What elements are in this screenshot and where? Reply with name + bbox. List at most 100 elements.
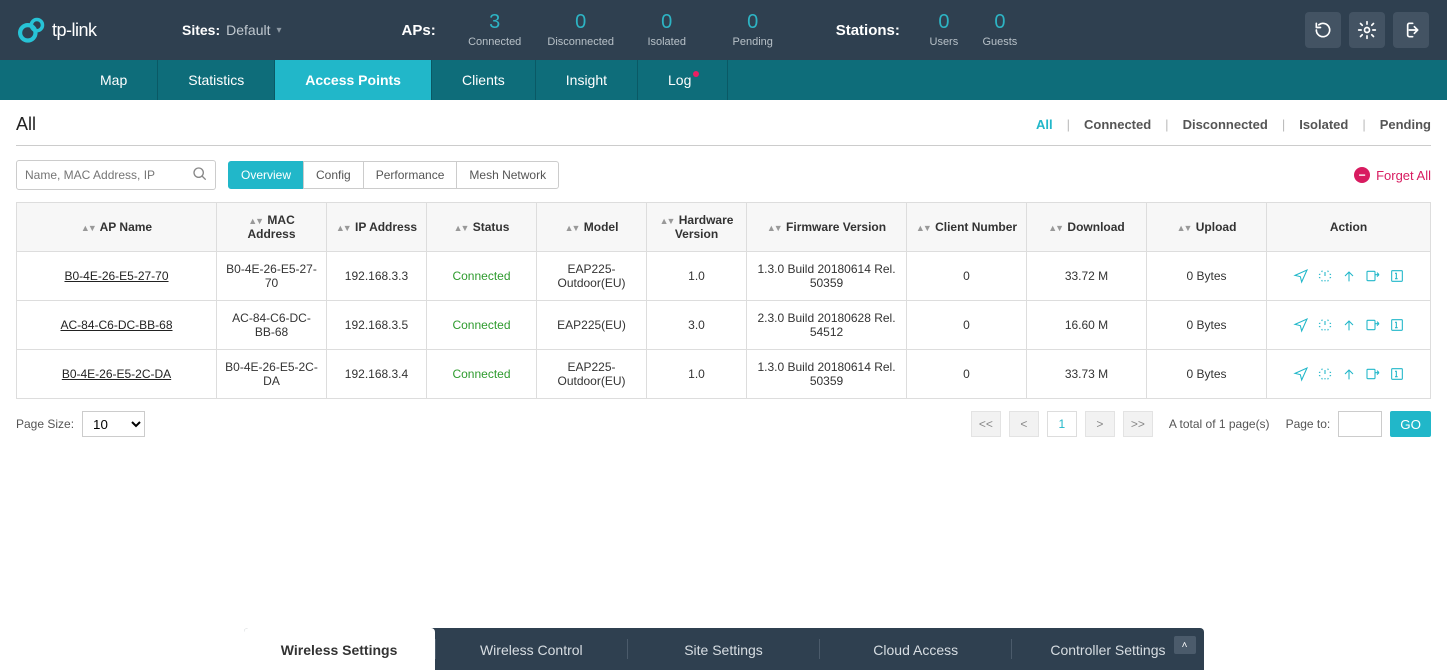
tplink-logo-icon bbox=[18, 16, 46, 44]
forget-all-label: Forget All bbox=[1376, 168, 1431, 183]
reboot-button[interactable] bbox=[1317, 268, 1333, 284]
bottom-tab-site-settings[interactable]: Site Settings bbox=[628, 630, 819, 670]
page-last-button[interactable]: >> bbox=[1123, 411, 1153, 437]
viewtab-mesh-network[interactable]: Mesh Network bbox=[456, 161, 559, 189]
nav-item-access-points[interactable]: Access Points bbox=[275, 60, 431, 100]
reboot-icon bbox=[1317, 366, 1333, 382]
cell: B0-4E-26-E5-27-70 bbox=[217, 252, 327, 301]
bottom-tab-cloud-access[interactable]: Cloud Access bbox=[820, 630, 1011, 670]
nav-item-log[interactable]: Log bbox=[638, 60, 727, 100]
ap-stat[interactable]: 0Isolated bbox=[624, 12, 710, 48]
page-next-button[interactable]: > bbox=[1085, 411, 1115, 437]
filter-pending[interactable]: Pending bbox=[1380, 117, 1431, 132]
upgrade-button[interactable] bbox=[1341, 366, 1357, 382]
cell: 192.168.3.4 bbox=[327, 350, 427, 399]
nav-item-insight[interactable]: Insight bbox=[536, 60, 637, 100]
col-client-number[interactable]: ▲▼ Client Number bbox=[907, 203, 1027, 252]
cell: 0 Bytes bbox=[1147, 301, 1267, 350]
settings-button[interactable] bbox=[1349, 12, 1385, 48]
status-text: Connected bbox=[452, 318, 510, 332]
locate-icon bbox=[1293, 268, 1309, 284]
page-first-button[interactable]: << bbox=[971, 411, 1001, 437]
filter-isolated[interactable]: Isolated bbox=[1299, 117, 1348, 132]
cell: EAP225(EU) bbox=[537, 301, 647, 350]
upgrade-button[interactable] bbox=[1341, 268, 1357, 284]
table-row: B0-4E-26-E5-2C-DAB0-4E-26-E5-2C-DA192.16… bbox=[17, 350, 1431, 399]
brand-logo: tp-link bbox=[18, 16, 168, 44]
sort-icon: ▲▼ bbox=[454, 223, 468, 233]
bottom-tab-controller-settings[interactable]: Controller Settings bbox=[1012, 630, 1203, 670]
col-ap-name[interactable]: ▲▼ AP Name bbox=[17, 203, 217, 252]
col-hardware-version[interactable]: ▲▼ Hardware Version bbox=[647, 203, 747, 252]
col-status[interactable]: ▲▼ Status bbox=[427, 203, 537, 252]
minus-circle-icon: − bbox=[1354, 167, 1370, 183]
cell: 3.0 bbox=[647, 301, 747, 350]
ap-stat[interactable]: 0Disconnected bbox=[538, 12, 624, 48]
move-icon bbox=[1365, 366, 1381, 382]
site-selector[interactable]: Sites: Default ▾ bbox=[182, 22, 282, 38]
status-text: Connected bbox=[452, 269, 510, 283]
page-size-select[interactable]: 10 bbox=[82, 411, 145, 437]
refresh-button[interactable] bbox=[1305, 12, 1341, 48]
col-model[interactable]: ▲▼ Model bbox=[537, 203, 647, 252]
locate-button[interactable] bbox=[1293, 268, 1309, 284]
locate-button[interactable] bbox=[1293, 366, 1309, 382]
logout-icon bbox=[1401, 20, 1421, 40]
ap-name-link[interactable]: B0-4E-26-E5-2C-DA bbox=[62, 367, 171, 381]
viewtab-performance[interactable]: Performance bbox=[363, 161, 458, 189]
ap-stat[interactable]: 3Connected bbox=[452, 12, 538, 48]
col-firmware-version[interactable]: ▲▼ Firmware Version bbox=[747, 203, 907, 252]
cell: Connected bbox=[427, 350, 537, 399]
config-icon bbox=[1389, 317, 1405, 333]
reboot-button[interactable] bbox=[1317, 317, 1333, 333]
nav-item-statistics[interactable]: Statistics bbox=[158, 60, 274, 100]
reboot-button[interactable] bbox=[1317, 366, 1333, 382]
ap-name-link[interactable]: AC-84-C6-DC-BB-68 bbox=[60, 318, 172, 332]
config-button[interactable] bbox=[1389, 268, 1405, 284]
station-stat[interactable]: 0Guests bbox=[972, 12, 1028, 48]
filter-all[interactable]: All bbox=[1036, 117, 1053, 132]
actions-cell bbox=[1267, 252, 1431, 301]
nav-item-clients[interactable]: Clients bbox=[432, 60, 535, 100]
config-button[interactable] bbox=[1389, 317, 1405, 333]
col-ip-address[interactable]: ▲▼ IP Address bbox=[327, 203, 427, 252]
forget-all-button[interactable]: − Forget All bbox=[1354, 167, 1431, 183]
logout-button[interactable] bbox=[1393, 12, 1429, 48]
bottom-tab-wireless-control[interactable]: Wireless Control bbox=[436, 630, 627, 670]
page-go-button[interactable]: GO bbox=[1390, 411, 1431, 437]
config-icon bbox=[1389, 268, 1405, 284]
search-icon[interactable] bbox=[192, 166, 208, 185]
config-button[interactable] bbox=[1389, 366, 1405, 382]
bottom-tab-wireless-settings[interactable]: Wireless Settings bbox=[244, 628, 435, 670]
cell: 0 Bytes bbox=[1147, 350, 1267, 399]
cell: B0-4E-26-E5-2C-DA bbox=[217, 350, 327, 399]
upgrade-button[interactable] bbox=[1341, 317, 1357, 333]
station-stat[interactable]: 0Users bbox=[916, 12, 972, 48]
cell: EAP225-Outdoor(EU) bbox=[537, 252, 647, 301]
cell: 33.72 M bbox=[1027, 252, 1147, 301]
move-button[interactable] bbox=[1365, 366, 1381, 382]
ap-stat[interactable]: 0Pending bbox=[710, 12, 796, 48]
col-download[interactable]: ▲▼ Download bbox=[1027, 203, 1147, 252]
ap-table: ▲▼ AP Name▲▼ MAC Address▲▼ IP Address▲▼ … bbox=[16, 202, 1431, 399]
col-mac-address[interactable]: ▲▼ MAC Address bbox=[217, 203, 327, 252]
move-button[interactable] bbox=[1365, 317, 1381, 333]
col-upload[interactable]: ▲▼ Upload bbox=[1147, 203, 1267, 252]
actions-cell bbox=[1267, 301, 1431, 350]
stat-value: 3 bbox=[489, 12, 500, 32]
locate-button[interactable] bbox=[1293, 317, 1309, 333]
stat-label: Disconnected bbox=[547, 36, 614, 48]
actions-cell bbox=[1267, 350, 1431, 399]
ap-name-link[interactable]: B0-4E-26-E5-27-70 bbox=[64, 269, 168, 283]
page-goto-input[interactable] bbox=[1338, 411, 1382, 437]
stat-label: Isolated bbox=[647, 36, 686, 48]
viewtab-overview[interactable]: Overview bbox=[228, 161, 304, 189]
page-prev-button[interactable]: < bbox=[1009, 411, 1039, 437]
nav-item-map[interactable]: Map bbox=[70, 60, 157, 100]
filter-disconnected[interactable]: Disconnected bbox=[1183, 117, 1268, 132]
search-input[interactable] bbox=[16, 160, 216, 190]
filter-connected[interactable]: Connected bbox=[1084, 117, 1151, 132]
move-button[interactable] bbox=[1365, 268, 1381, 284]
viewtab-config[interactable]: Config bbox=[303, 161, 364, 189]
cell: 192.168.3.5 bbox=[327, 301, 427, 350]
